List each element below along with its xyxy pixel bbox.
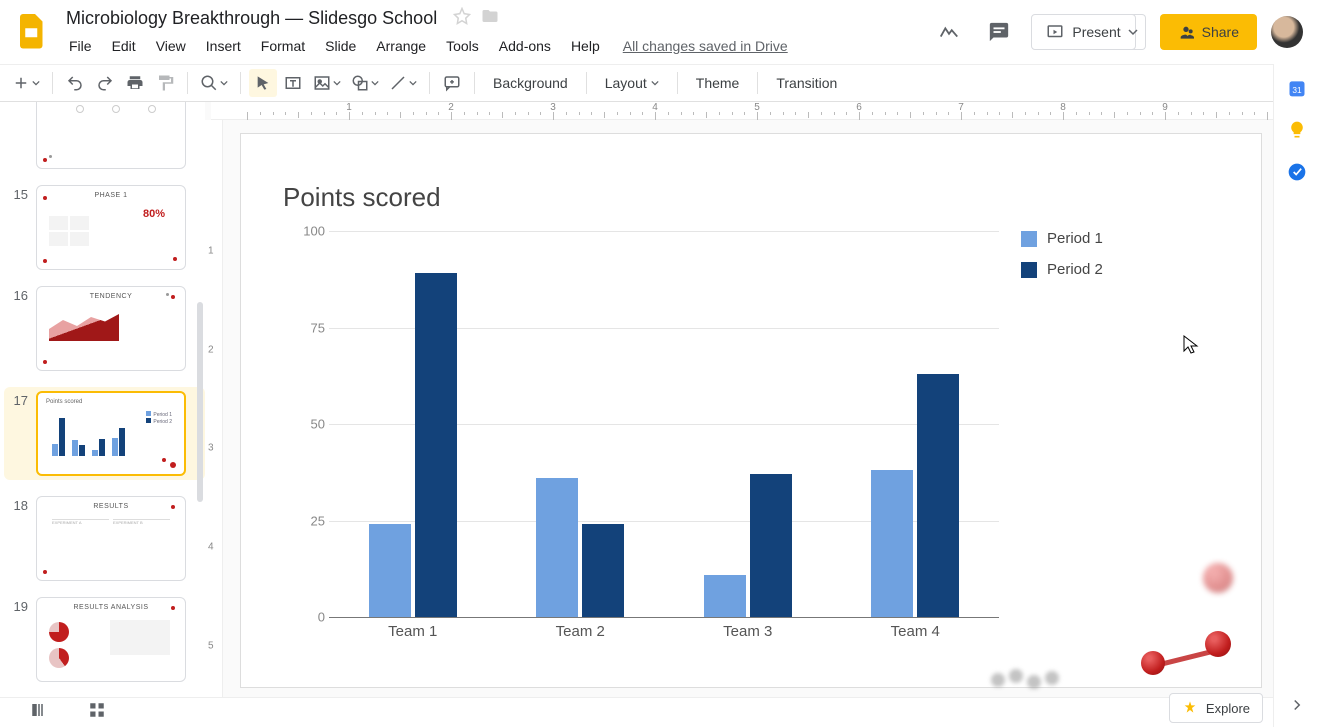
paint-format-button[interactable] <box>151 69 179 97</box>
new-slide-button[interactable] <box>8 69 44 97</box>
thumb-number: 18 <box>8 496 28 513</box>
document-title[interactable]: Microbiology Breakthrough — Slidesgo Sch… <box>60 6 443 31</box>
save-status[interactable]: All changes saved in Drive <box>623 38 788 54</box>
chart-bar <box>750 474 792 617</box>
menu-insert[interactable]: Insert <box>197 34 250 58</box>
svg-text:31: 31 <box>1292 85 1302 95</box>
chart-bar <box>917 374 959 617</box>
thumb-number: 17 <box>8 391 28 408</box>
thumb-title: Points scored <box>46 399 82 405</box>
layout-label: Layout <box>605 75 647 91</box>
legend-label: Period 2 <box>1047 261 1103 278</box>
slide-thumb-17[interactable]: Points scored Period 1Period 2 <box>36 391 186 476</box>
slide-thumb-18[interactable]: RESULTS EXPERIMENT A EXPERIMENT B <box>36 496 186 581</box>
present-button[interactable]: Present <box>1031 14 1135 50</box>
ruler-vertical: 12345 <box>205 120 223 697</box>
layout-button[interactable]: Layout <box>595 69 669 97</box>
thumb-title: RESULTS ANALYSIS <box>37 604 185 611</box>
menu-addons[interactable]: Add-ons <box>490 34 560 58</box>
textbox-tool[interactable] <box>279 69 307 97</box>
menu-slide[interactable]: Slide <box>316 34 365 58</box>
theme-button[interactable]: Theme <box>686 69 750 97</box>
thumb-title: RESULTS <box>37 503 185 510</box>
activity-icon[interactable] <box>931 14 967 50</box>
chart-title: Points scored <box>283 182 441 213</box>
move-folder-icon[interactable] <box>481 7 499 30</box>
bottom-bar <box>0 697 1273 727</box>
chart-legend: Period 1 Period 2 <box>1021 230 1103 292</box>
slide-thumb-16[interactable]: TENDENCY <box>36 286 186 371</box>
decoration-grey-molecule <box>991 667 1071 689</box>
grid-view-icon[interactable] <box>88 701 106 724</box>
side-panel-rail: 31 <box>1273 64 1319 727</box>
decoration-ball <box>1141 651 1165 675</box>
toolbar: Background Layout Theme Transition <box>0 64 1319 102</box>
zoom-button[interactable] <box>196 69 232 97</box>
slide-thumb[interactable]: RESEARCHCONCLUSIONPRESENCE <box>36 102 186 169</box>
filmstrip[interactable]: RESEARCHCONCLUSIONPRESENCE 15 PHASE 1 80… <box>0 102 205 697</box>
slide-thumb-15[interactable]: PHASE 1 80% <box>36 185 186 270</box>
present-label: Present <box>1072 24 1120 40</box>
comments-icon[interactable] <box>981 14 1017 50</box>
comment-tool[interactable] <box>438 69 466 97</box>
chart-bar <box>536 478 578 617</box>
select-tool[interactable] <box>249 69 277 97</box>
chart-plot-area: 0255075100Team 1Team 2Team 3Team 4 <box>299 226 999 636</box>
menu-arrange[interactable]: Arrange <box>367 34 435 58</box>
thumb-number: 16 <box>8 286 28 303</box>
keep-icon[interactable] <box>1287 120 1307 140</box>
share-label: Share <box>1202 24 1239 40</box>
thumb-stat: 80% <box>143 208 165 220</box>
shape-tool[interactable] <box>347 69 383 97</box>
chart-bar <box>369 524 411 617</box>
slide-thumb-19[interactable]: RESULTS ANALYSIS <box>36 597 186 682</box>
slide-canvas[interactable]: 123456789 12345 Points scored 0255075100… <box>205 102 1273 697</box>
filmstrip-view-icon[interactable] <box>30 701 48 724</box>
expand-rail-icon[interactable] <box>1288 696 1306 719</box>
slide[interactable]: Points scored 0255075100Team 1Team 2Team… <box>241 134 1261 687</box>
chart-bar <box>871 470 913 617</box>
explore-button[interactable]: Explore <box>1169 693 1263 723</box>
chart-bar <box>415 273 457 617</box>
tasks-icon[interactable] <box>1287 162 1307 182</box>
share-button[interactable]: Share <box>1160 14 1257 50</box>
decoration-ball <box>1205 631 1231 657</box>
ruler-horizontal: 123456789 <box>211 102 1273 120</box>
thumb-number: 19 <box>8 597 28 614</box>
menu-tools[interactable]: Tools <box>437 34 488 58</box>
slides-app-icon[interactable] <box>12 12 52 52</box>
undo-button[interactable] <box>61 69 89 97</box>
menu-help[interactable]: Help <box>562 34 609 58</box>
legend-swatch <box>1021 262 1037 278</box>
account-avatar[interactable] <box>1271 16 1303 48</box>
star-icon[interactable] <box>453 7 471 30</box>
image-tool[interactable] <box>309 69 345 97</box>
background-button[interactable]: Background <box>483 69 578 97</box>
legend-label: Period 1 <box>1047 230 1103 247</box>
line-tool[interactable] <box>385 69 421 97</box>
menu-edit[interactable]: Edit <box>103 34 145 58</box>
menu-format[interactable]: Format <box>252 34 314 58</box>
chart-bar <box>582 524 624 617</box>
explore-label: Explore <box>1206 701 1250 716</box>
filmstrip-scrollbar[interactable] <box>197 302 203 502</box>
print-button[interactable] <box>121 69 149 97</box>
calendar-icon[interactable]: 31 <box>1287 78 1307 98</box>
decoration-blur-ball <box>1203 563 1233 593</box>
chart-bar <box>704 575 746 617</box>
menu-view[interactable]: View <box>147 34 195 58</box>
thumb-title: PHASE 1 <box>37 192 185 199</box>
present-dropdown[interactable] <box>1122 14 1146 50</box>
legend-swatch <box>1021 231 1037 247</box>
transition-button[interactable]: Transition <box>766 69 847 97</box>
menu-bar: File Edit View Insert Format Slide Arran… <box>60 32 931 60</box>
thumb-title: TENDENCY <box>37 293 185 300</box>
thumb-number: 15 <box>8 185 28 202</box>
menu-file[interactable]: File <box>60 34 101 58</box>
redo-button[interactable] <box>91 69 119 97</box>
